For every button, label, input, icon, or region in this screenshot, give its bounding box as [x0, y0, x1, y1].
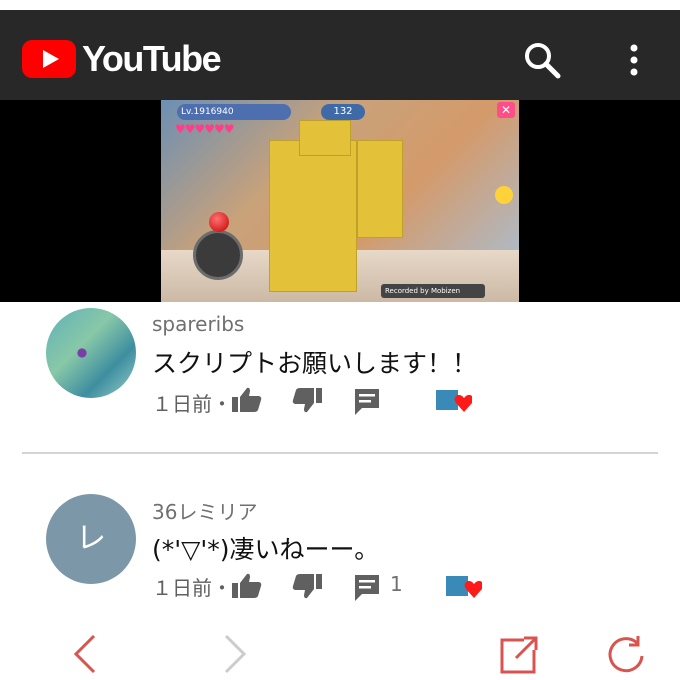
reply-count: 1: [390, 572, 403, 596]
dislike-icon[interactable]: [292, 386, 322, 418]
comment-divider: [22, 452, 658, 454]
reload-icon[interactable]: [606, 634, 646, 674]
back-icon[interactable]: [66, 634, 106, 674]
video-frame[interactable]: Lv.1916940 ♥♥♥♥♥♥ 132 ✕ Recorded by Mobi…: [161, 100, 519, 302]
video-player[interactable]: Lv.1916940 ♥♥♥♥♥♥ 132 ✕ Recorded by Mobi…: [0, 100, 680, 302]
reply-icon[interactable]: [354, 388, 382, 420]
comment-author[interactable]: 36レミリア: [152, 496, 257, 525]
counter-hud: 132: [321, 104, 365, 120]
smile-icon: [495, 186, 513, 204]
comment-author[interactable]: spareribs: [152, 312, 244, 336]
game-block: [269, 140, 357, 292]
joystick-knob-icon: [209, 212, 229, 232]
like-icon[interactable]: [232, 572, 262, 604]
level-hud: Lv.1916940: [177, 104, 291, 120]
game-block: [357, 140, 403, 238]
like-icon[interactable]: [232, 386, 262, 418]
avatar[interactable]: レ: [46, 494, 136, 584]
creator-heart-icon: [446, 574, 483, 600]
close-icon: ✕: [497, 102, 515, 118]
reply-icon[interactable]: [354, 574, 382, 606]
game-block: [299, 120, 351, 156]
more-vert-icon[interactable]: [618, 40, 650, 80]
recording-watermark: Recorded by Mobizen: [381, 284, 485, 298]
search-icon[interactable]: [522, 40, 562, 80]
status-bar: [0, 0, 680, 10]
dislike-icon[interactable]: [292, 572, 322, 604]
creator-heart-icon: [436, 388, 473, 414]
comment-text: (*'▽'*)凄いねーー。: [152, 535, 380, 564]
avatar[interactable]: [46, 308, 136, 398]
comment-time: １日前・: [152, 576, 232, 600]
youtube-play-icon: [22, 40, 76, 78]
comment-text: スクリプトお願いします！！: [152, 349, 478, 378]
joystick-icon: [193, 230, 243, 280]
share-icon[interactable]: [500, 634, 540, 674]
logo-text: YouTube: [82, 38, 222, 79]
forward-icon[interactable]: [214, 634, 254, 674]
hearts-hud: ♥♥♥♥♥♥: [175, 122, 235, 136]
youtube-logo[interactable]: YouTube: [22, 38, 222, 80]
top-app-bar: YouTube: [0, 10, 680, 100]
comment-time: １日前・: [152, 392, 232, 416]
